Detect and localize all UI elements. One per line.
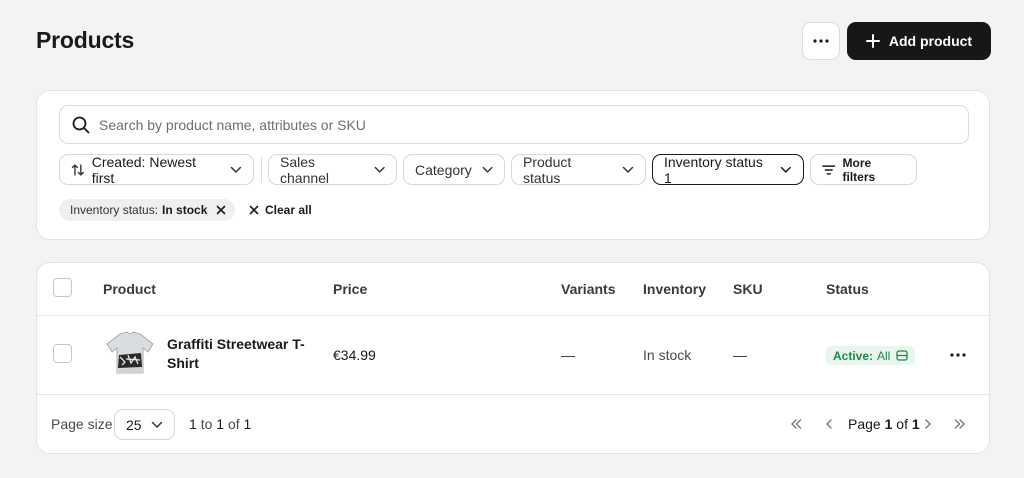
row-actions-button[interactable] xyxy=(943,343,973,367)
last-page-button[interactable] xyxy=(951,415,969,433)
product-variants: — xyxy=(561,347,575,363)
close-icon[interactable] xyxy=(216,205,226,215)
product-name-link[interactable]: Graffiti Streetwear T-Shirt xyxy=(167,335,312,373)
sort-label: Created: Newest first xyxy=(91,153,197,186)
chevron-down-icon xyxy=(230,166,242,173)
chevron-left-icon xyxy=(826,419,832,429)
filter-inventory-status-label: Inventory status 1 xyxy=(664,153,763,186)
range-text: 1 to 1 of 1 xyxy=(189,416,251,432)
product-thumbnail xyxy=(106,331,154,374)
next-page-button[interactable] xyxy=(919,415,937,433)
search-placeholder: Search by product name, attributes or SK… xyxy=(99,116,366,133)
close-icon xyxy=(249,205,259,215)
toolbar-divider xyxy=(261,157,262,182)
more-filters-label: More filters xyxy=(842,155,876,184)
select-all-checkbox[interactable] xyxy=(53,278,72,297)
header-divider xyxy=(37,315,989,316)
clear-all-label: Clear all xyxy=(265,203,312,217)
filter-product-status[interactable]: Product status xyxy=(511,153,646,186)
page-of-word: of xyxy=(896,416,908,432)
channel-icon xyxy=(896,350,909,361)
footer-divider xyxy=(37,394,989,395)
filter-category-label: Category xyxy=(415,161,472,178)
applied-filter-prefix: Inventory status: xyxy=(70,203,159,217)
plus-icon xyxy=(865,34,880,48)
row-checkbox[interactable] xyxy=(53,344,72,363)
column-header-status[interactable]: Status xyxy=(826,281,869,297)
sort-dropdown[interactable]: Created: Newest first xyxy=(59,153,254,186)
clear-all-button[interactable]: Clear all xyxy=(249,201,312,219)
filter-panel: Search by product name, attributes or SK… xyxy=(36,90,990,240)
status-value: All xyxy=(877,348,891,363)
search-icon xyxy=(72,116,90,133)
chevron-down-icon xyxy=(374,166,385,173)
current-page: 1 xyxy=(884,416,893,432)
chevrons-right-icon xyxy=(954,419,965,429)
chevron-right-icon xyxy=(925,419,931,429)
status-label: Active: xyxy=(833,348,874,363)
filter-lines-icon xyxy=(822,164,836,175)
page-size-select[interactable]: 25 xyxy=(114,409,175,440)
product-sku: — xyxy=(733,347,747,363)
column-header-product[interactable]: Product xyxy=(103,281,156,297)
sort-arrows-icon xyxy=(71,163,84,176)
page-size-value: 25 xyxy=(126,416,142,433)
more-filters-button[interactable]: More filters xyxy=(810,154,917,185)
filter-inventory-status[interactable]: Inventory status 1 xyxy=(652,153,804,186)
chevron-down-icon xyxy=(482,166,493,173)
status-badge: Active: All xyxy=(826,346,916,365)
column-header-sku[interactable]: SKU xyxy=(733,281,763,297)
applied-filter-value: In stock xyxy=(162,203,208,217)
range-of: of xyxy=(227,416,240,432)
more-horizontal-icon xyxy=(813,39,829,43)
chevron-down-icon xyxy=(781,166,792,173)
range-end: 1 xyxy=(216,416,225,432)
product-inventory: In stock xyxy=(643,347,692,363)
add-product-button[interactable]: Add product xyxy=(847,22,991,60)
page-word: Page xyxy=(848,416,881,432)
filter-category[interactable]: Category xyxy=(403,154,505,185)
page-indicator: Page 1 of 1 xyxy=(848,416,920,432)
more-actions-button[interactable] xyxy=(802,22,840,60)
filter-product-status-label: Product status xyxy=(523,153,572,186)
chevrons-left-icon xyxy=(791,419,802,429)
add-product-label: Add product xyxy=(888,33,973,49)
range-to: to xyxy=(200,416,213,432)
page-title: Products xyxy=(36,27,135,53)
page-size-label: Page size xyxy=(51,416,113,432)
column-header-price[interactable]: Price xyxy=(333,281,367,297)
chevron-down-icon xyxy=(151,421,162,428)
column-header-inventory[interactable]: Inventory xyxy=(643,281,706,297)
filter-sales-channel-label: Sales channel xyxy=(280,153,330,186)
applied-filter-tag: Inventory status: In stock xyxy=(59,199,236,221)
column-header-variants[interactable]: Variants xyxy=(561,281,615,297)
chevron-down-icon xyxy=(622,166,634,173)
range-total: 1 xyxy=(243,416,252,432)
filter-sales-channel[interactable]: Sales channel xyxy=(268,153,397,186)
more-horizontal-icon xyxy=(950,353,966,357)
search-input[interactable]: Search by product name, attributes or SK… xyxy=(59,105,969,144)
range-start: 1 xyxy=(189,416,197,432)
first-page-button[interactable] xyxy=(787,415,805,433)
previous-page-button[interactable] xyxy=(820,415,838,433)
product-price: €34.99 xyxy=(333,347,376,363)
products-table: Product Price Variants Inventory SKU Sta… xyxy=(36,262,990,454)
